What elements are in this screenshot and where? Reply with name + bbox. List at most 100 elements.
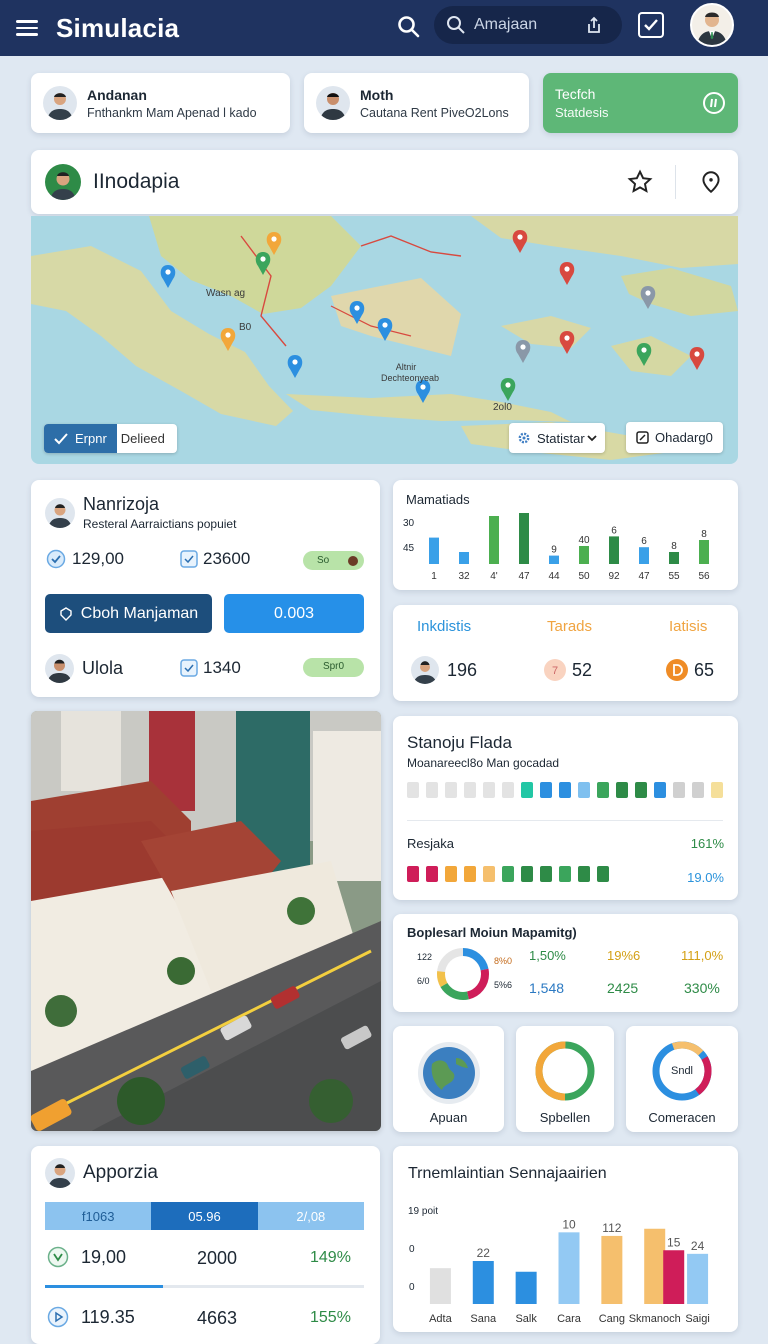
map-pin[interactable] — [559, 331, 575, 354]
map-pin[interactable] — [349, 301, 365, 324]
profile-card-andanan[interactable]: Andanan Fnthankm Mam Apenad l kado — [31, 73, 290, 133]
map-mode-toggle[interactable]: Erpnr Delieed — [44, 424, 177, 453]
share-icon[interactable] — [586, 16, 602, 34]
check-square-icon[interactable] — [638, 12, 664, 38]
map-pin[interactable] — [255, 252, 271, 275]
map-header: IInodapia — [31, 150, 738, 214]
profile-description: Cautana Rent PiveO2Lons — [360, 105, 509, 120]
search-input[interactable]: Amajaan — [434, 6, 622, 44]
segment[interactable]: f1063 — [45, 1202, 152, 1230]
profile-description: Fnthankm Mam Apenad l kado — [87, 105, 257, 120]
x-tick-label: 44 — [548, 571, 560, 582]
user-avatar[interactable] — [690, 3, 734, 47]
segment[interactable]: 05.96 — [151, 1202, 258, 1230]
ring-value: 1,548 — [529, 980, 565, 996]
status-square — [502, 782, 514, 798]
status-square — [673, 782, 685, 798]
download-label: Ohadarg0 — [655, 430, 713, 445]
circle-badge-icon: 7 — [544, 659, 566, 681]
map-pin[interactable] — [500, 378, 516, 401]
star-icon[interactable] — [627, 169, 653, 195]
profile-card-moth[interactable]: Moth Cautana Rent PiveO2Lons — [304, 73, 529, 133]
info-circle-icon[interactable] — [702, 91, 726, 115]
progress-track — [45, 1285, 364, 1288]
map-pin[interactable] — [636, 343, 652, 366]
x-tick-label: 92 — [608, 571, 620, 582]
avatar — [316, 86, 350, 120]
map-pin[interactable] — [266, 232, 282, 255]
map-pin[interactable] — [515, 340, 531, 363]
search-placeholder: Amajaan — [474, 16, 538, 33]
statistics-label: Statistar — [537, 430, 585, 446]
status-square — [692, 782, 704, 798]
value-button[interactable]: 0.003 — [224, 594, 364, 633]
toggle-export[interactable]: Erpnr — [44, 424, 117, 453]
chart-title: Trnemlaintian Sennajaairien — [408, 1165, 607, 1182]
ring-value: 2425 — [607, 980, 639, 996]
segmented-bar[interactable]: f1063 05.96 2/,08 — [45, 1202, 364, 1230]
map-view[interactable]: Wasn ag Altnir Dechteonyeab B0 2ol0 Erpn… — [31, 216, 738, 464]
bar-value-label: 8 — [671, 541, 677, 552]
check-circle-icon — [47, 1246, 69, 1268]
download-button[interactable]: Ohadarg0 — [626, 422, 723, 453]
map-pin[interactable] — [220, 328, 236, 351]
x-tick-label: Skmanoch — [629, 1313, 681, 1325]
trend-bar-chart: Adta 22 Sana Salk 10 Cara 112 Cang 15 Skmanoch 24 S… — [429, 1217, 710, 1325]
progress-fill — [45, 1285, 164, 1288]
status-square — [578, 782, 590, 798]
shield-icon — [60, 606, 72, 621]
avatar — [45, 654, 74, 683]
bar — [429, 537, 439, 564]
y-tick-label: 30 — [403, 518, 415, 529]
status-square — [483, 782, 495, 798]
globe-icon — [418, 1042, 480, 1104]
ring-label: 6/0 — [417, 976, 430, 986]
map-pin[interactable] — [559, 262, 575, 285]
map-label: B0 — [239, 322, 252, 333]
mini-card-comeracen[interactable]: Sndl Comeracen — [626, 1026, 738, 1132]
map-pin[interactable] — [512, 230, 528, 253]
x-tick-label: 1 — [431, 571, 437, 582]
status-square — [559, 866, 571, 882]
map-pin[interactable] — [160, 265, 176, 288]
location-icon[interactable] — [698, 169, 724, 195]
map-pin[interactable] — [640, 286, 656, 309]
divider — [407, 820, 723, 821]
chevron-down-icon — [587, 435, 597, 442]
bar — [515, 1271, 537, 1304]
mini-card-spbellen[interactable]: Spbellen — [516, 1026, 614, 1132]
mini-card-label: Comeracen — [648, 1110, 716, 1125]
menu-icon[interactable] — [16, 20, 38, 36]
segment[interactable]: 2/,08 — [257, 1202, 364, 1230]
map-pin[interactable] — [689, 347, 705, 370]
tech-status-card[interactable]: Tecfch Statdesis — [543, 73, 738, 133]
bar — [579, 546, 589, 564]
profile-name: Moth — [360, 86, 394, 103]
ring-label: 5%6 — [494, 980, 513, 990]
apporzia-card: Apporzia f1063 05.96 2/,08 19,00 2000 14… — [31, 1146, 380, 1344]
manage-button[interactable]: Cboh Manjaman — [45, 594, 212, 633]
bar — [609, 536, 619, 564]
toggle-deleted[interactable]: Delieed — [117, 431, 177, 446]
edit-icon — [636, 431, 649, 444]
x-tick-label: Cara — [557, 1313, 582, 1325]
avatar — [45, 497, 75, 528]
trend-chart-card: Trnemlaintian Sennajaairien 19 poit 0 0 … — [393, 1146, 738, 1332]
status-square — [578, 866, 590, 882]
map-pin[interactable] — [287, 355, 303, 378]
map-label: Altnir Dechteonyeab — [381, 362, 440, 383]
status-square — [635, 782, 647, 798]
search-field-icon — [447, 16, 465, 34]
map-pin[interactable] — [377, 318, 393, 341]
boples-card: Boplesarl Moiun Mapamitg) 122 6/0 8%0 5%… — [393, 914, 738, 1012]
bar — [639, 547, 649, 564]
search-icon[interactable] — [394, 12, 424, 42]
status-square — [540, 782, 552, 798]
card-subtitle: Resteral Aarraictians popuiet — [83, 517, 237, 531]
mini-card-label: Apuan — [429, 1110, 468, 1125]
mini-card-label: Spbellen — [539, 1110, 591, 1125]
statistics-dropdown[interactable]: Statistar — [509, 423, 605, 453]
stat-value: 65 — [694, 659, 715, 680]
mini-card-apuan[interactable]: Apuan — [393, 1026, 504, 1132]
bar-value-label: 40 — [578, 535, 590, 546]
